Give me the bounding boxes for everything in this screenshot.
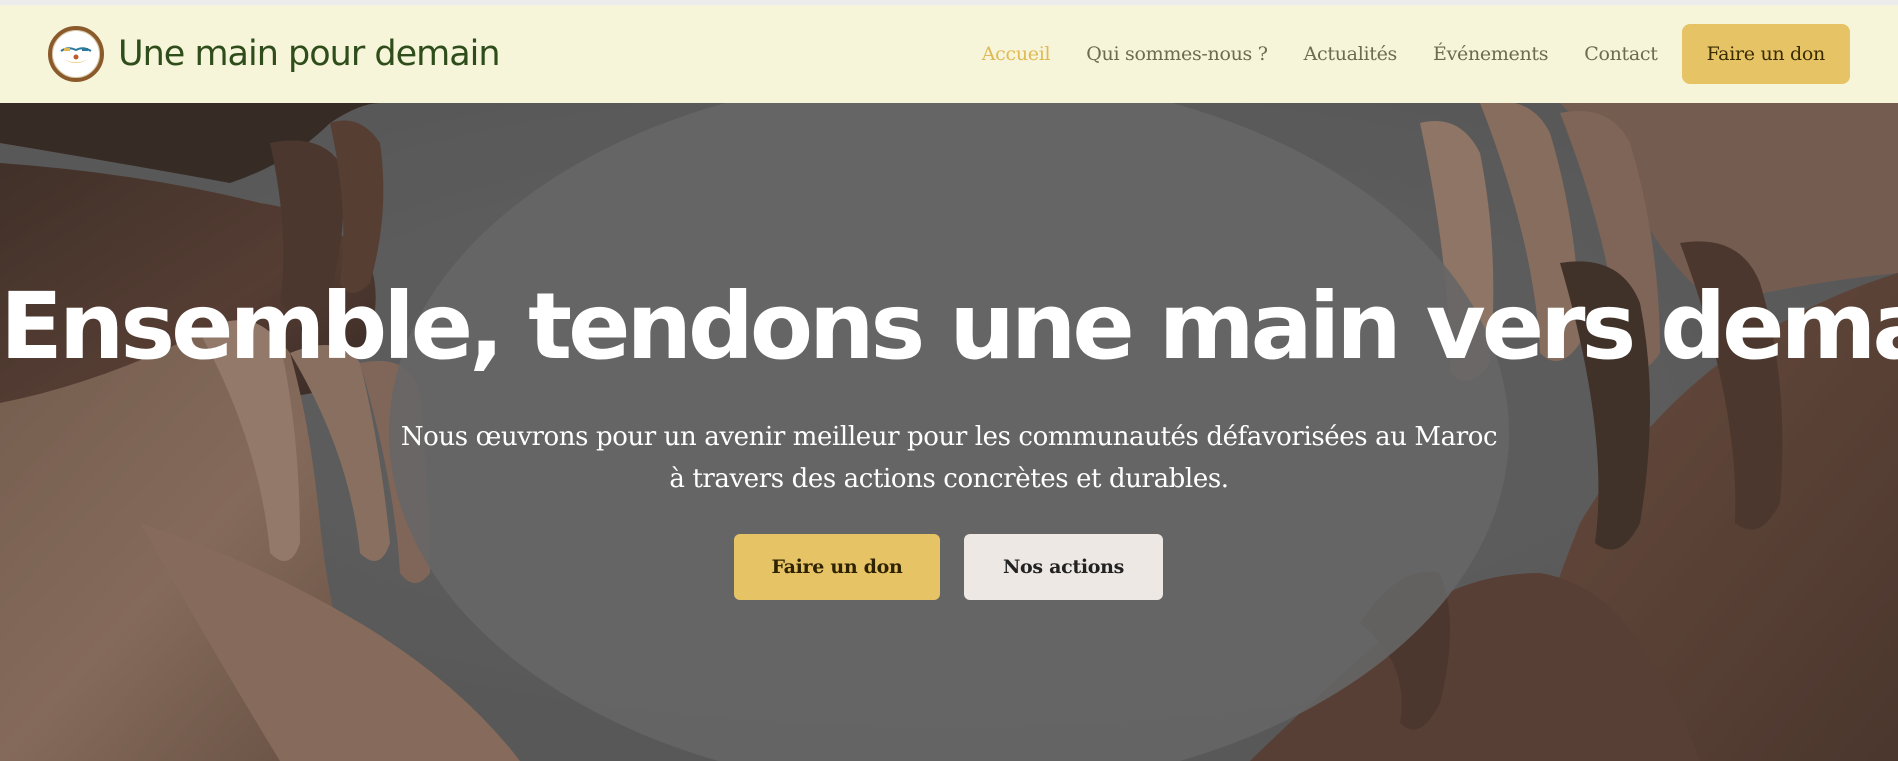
brand-home-link[interactable]: Une main pour demain [48, 25, 501, 83]
nav-link-qui-sommes-nous[interactable]: Qui sommes-nous ? [1086, 43, 1268, 65]
hero-subtitle: Nous œuvrons pour un avenir meilleur pou… [400, 422, 1498, 494]
hero-section: Ensemble, tendons une main vers demain. … [0, 103, 1898, 761]
hero-donate-button[interactable]: Faire un don [734, 534, 940, 600]
nav-donate-button[interactable]: Faire un don [1681, 24, 1850, 84]
hero-title: Ensemble, tendons une main vers demain. [0, 273, 1898, 380]
hands-logo-icon [48, 26, 104, 82]
nav-link-evenements[interactable]: Événements [1433, 43, 1549, 65]
nav-link-contact[interactable]: Contact [1584, 43, 1658, 65]
hero-actions-button[interactable]: Nos actions [964, 534, 1163, 600]
nav-link-actualites[interactable]: Actualités [1304, 43, 1398, 65]
nav-link-accueil[interactable]: Accueil [982, 43, 1051, 65]
main-nav: Accueil Qui sommes-nous ? Actualités Évé… [946, 24, 1850, 84]
site-header: Une main pour demain Accueil Qui sommes-… [0, 5, 1898, 103]
brand-name: Une main pour demain [118, 34, 501, 74]
